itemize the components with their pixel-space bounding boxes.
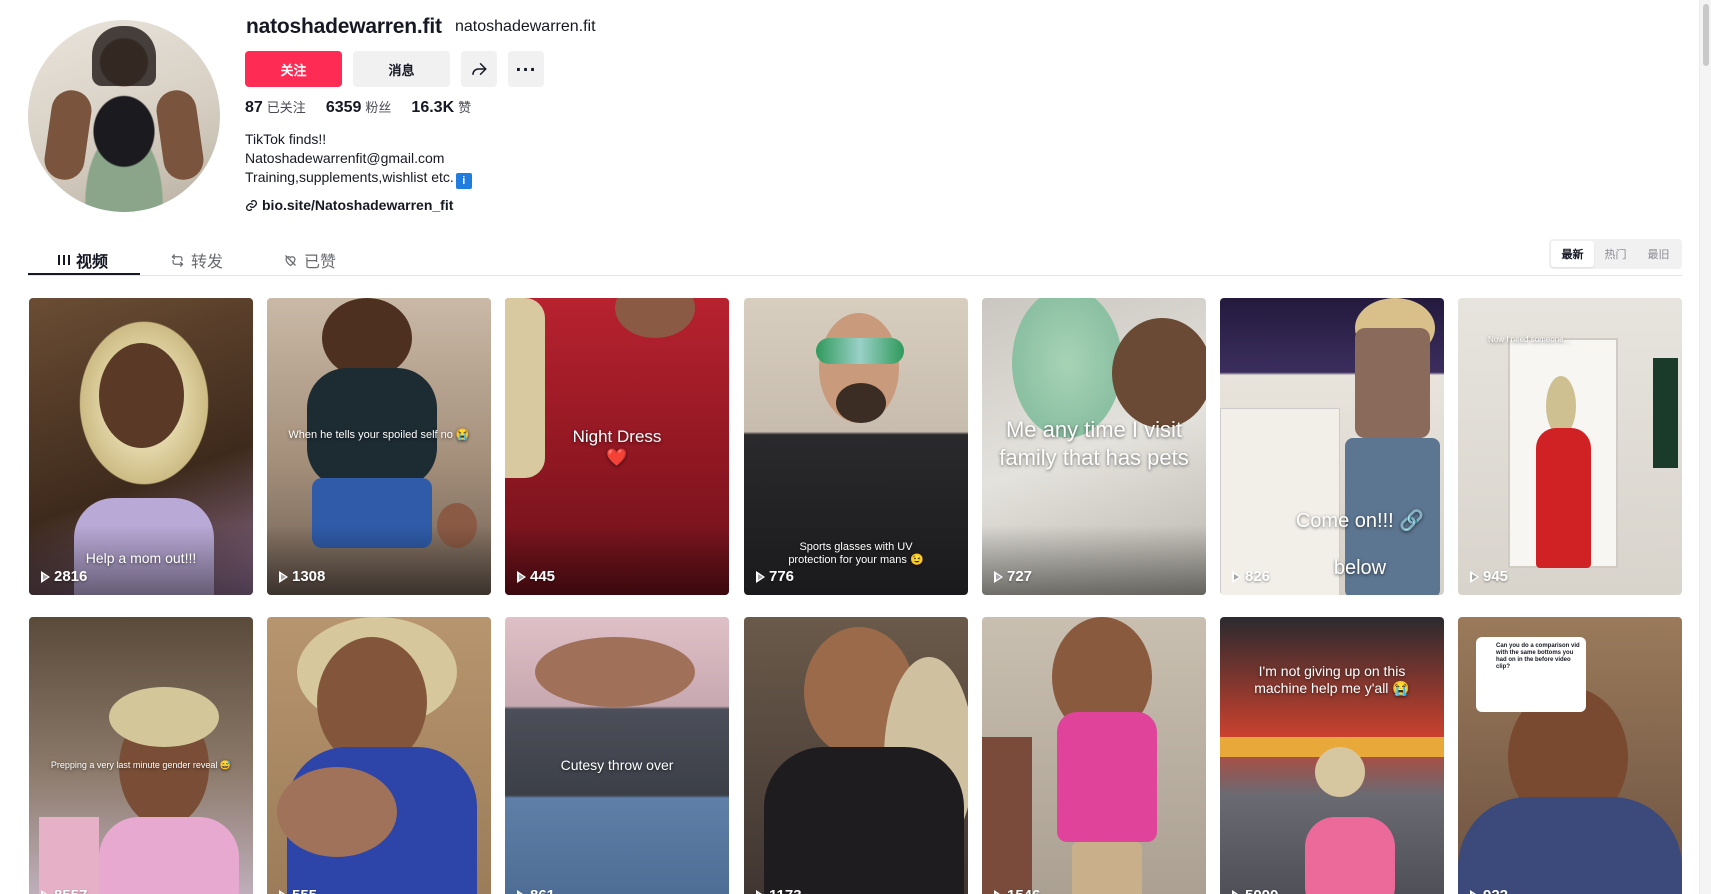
play-icon (994, 570, 1003, 583)
stat-following[interactable]: 87 已关注 (245, 97, 306, 117)
video-card[interactable]: When he tells your spoiled self no 😭 130… (267, 298, 491, 595)
bio-line: TikTok finds!! (245, 131, 327, 147)
video-card[interactable]: Come on!!! 🔗 below 826 (1220, 298, 1444, 595)
play-icon (41, 570, 50, 583)
page-scrollbar[interactable] (1699, 0, 1711, 894)
play-icon (1470, 570, 1479, 583)
sort-toggle: 最新 热门 最旧 (1549, 239, 1682, 269)
reply-comment-sticker: Can you do a comparison vid with the sam… (1476, 637, 1586, 712)
stat-followers[interactable]: 6359 粉丝 (326, 97, 392, 117)
link-icon (245, 199, 258, 211)
play-icon (41, 889, 50, 894)
avatar[interactable] (28, 20, 220, 212)
sort-popular[interactable]: 热门 (1594, 241, 1637, 267)
play-icon (1232, 889, 1241, 894)
view-count: 2816 (41, 568, 87, 585)
profile-stats: 87 已关注 6359 粉丝 16.3K 赞 (245, 97, 471, 117)
video-card[interactable]: I'm not giving up on this machine help m… (1220, 617, 1444, 894)
profile-username: natoshadewarren.fit (246, 15, 442, 38)
play-icon (517, 570, 526, 583)
video-card[interactable]: 1173 (744, 617, 968, 894)
share-button[interactable] (461, 51, 497, 87)
scrollbar-thumb[interactable] (1703, 4, 1709, 66)
view-count: 8557 (41, 887, 87, 894)
view-count: 861 (517, 887, 555, 894)
bio-line: Natoshadewarrenfit@gmail.com (245, 150, 445, 166)
video-caption: Now I need someone... (1488, 335, 1571, 344)
view-count: 922 (1470, 887, 1508, 894)
view-count: 727 (994, 568, 1032, 585)
sort-latest[interactable]: 最新 (1551, 241, 1594, 267)
share-icon (472, 63, 487, 75)
video-card[interactable]: 1546 (982, 617, 1206, 894)
bio-link[interactable]: bio.site/Natoshadewarren_fit (245, 197, 453, 213)
video-caption: Sports glasses with UV protection for yo… (788, 541, 924, 566)
video-caption: Me any time I visit family that has pets (999, 417, 1189, 470)
tab-liked[interactable]: 已赞 (283, 244, 336, 276)
video-card[interactable]: Prepping a very last minute gender revea… (29, 617, 253, 894)
video-caption: When he tells your spoiled self no 😭 (288, 429, 470, 441)
video-caption: Night Dress ❤️ (572, 427, 662, 467)
profile-nickname: natoshadewarren.fit (455, 18, 596, 35)
video-caption: Come on!!! 🔗 below (1295, 510, 1425, 579)
liked-icon (285, 254, 296, 266)
info-icon: i (455, 173, 472, 189)
play-icon (994, 889, 1003, 894)
play-icon (756, 570, 765, 583)
video-card[interactable]: Sports glasses with UV protection for yo… (744, 298, 968, 595)
bio-line: Training,supplements,wishlist etc. i (245, 168, 472, 189)
video-caption: Help a mom out!!! (85, 550, 197, 566)
view-count: 445 (517, 568, 555, 585)
play-icon (756, 889, 765, 894)
active-tab-indicator (28, 273, 140, 275)
view-count: 1308 (279, 568, 325, 585)
video-card[interactable]: Can you do a comparison vid with the sam… (1458, 617, 1682, 894)
bio-link-text[interactable]: bio.site/Natoshadewarren_fit (262, 197, 453, 213)
view-count: 945 (1470, 568, 1508, 585)
video-caption: I'm not giving up on this machine help m… (1254, 663, 1410, 696)
stat-likes: 16.3K 赞 (411, 99, 472, 116)
play-icon (279, 889, 288, 894)
content-tabs: 视频 转发 已赞 (28, 240, 1682, 276)
message-button[interactable]: 消息 (353, 51, 450, 87)
view-count: 1173 (756, 887, 802, 894)
play-icon (1232, 570, 1241, 583)
grid-icon (58, 255, 70, 265)
video-card[interactable]: Now I need someone... 945 (1458, 298, 1682, 595)
video-card[interactable]: Me any time I visit family that has pets… (982, 298, 1206, 595)
repost-icon (171, 253, 184, 267)
profile-bio: TikTok finds!! Natoshadewarrenfit@gmail.… (245, 130, 472, 189)
play-icon (279, 570, 288, 583)
play-icon (1470, 889, 1479, 894)
view-count: 555 (279, 887, 317, 894)
follow-button[interactable]: 关注 (245, 51, 342, 87)
video-caption: Cutesy throw over (560, 757, 674, 773)
video-card[interactable]: Help a mom out!!! 2816 (29, 298, 253, 595)
view-count: 1546 (994, 887, 1040, 894)
tab-reposts[interactable]: 转发 (170, 244, 223, 276)
tab-videos[interactable]: 视频 (58, 244, 108, 276)
sort-oldest[interactable]: 最旧 (1637, 241, 1680, 267)
video-caption: Prepping a very last minute gender revea… (50, 760, 232, 770)
view-count: 5000 (1232, 887, 1278, 894)
video-card[interactable]: Night Dress ❤️ 445 (505, 298, 729, 595)
play-icon (517, 889, 526, 894)
more-options-button[interactable]: ··· (508, 51, 544, 87)
view-count: 826 (1232, 568, 1270, 585)
video-card[interactable]: 555 (267, 617, 491, 894)
video-card[interactable]: Cutesy throw over 861 (505, 617, 729, 894)
view-count: 776 (756, 568, 794, 585)
